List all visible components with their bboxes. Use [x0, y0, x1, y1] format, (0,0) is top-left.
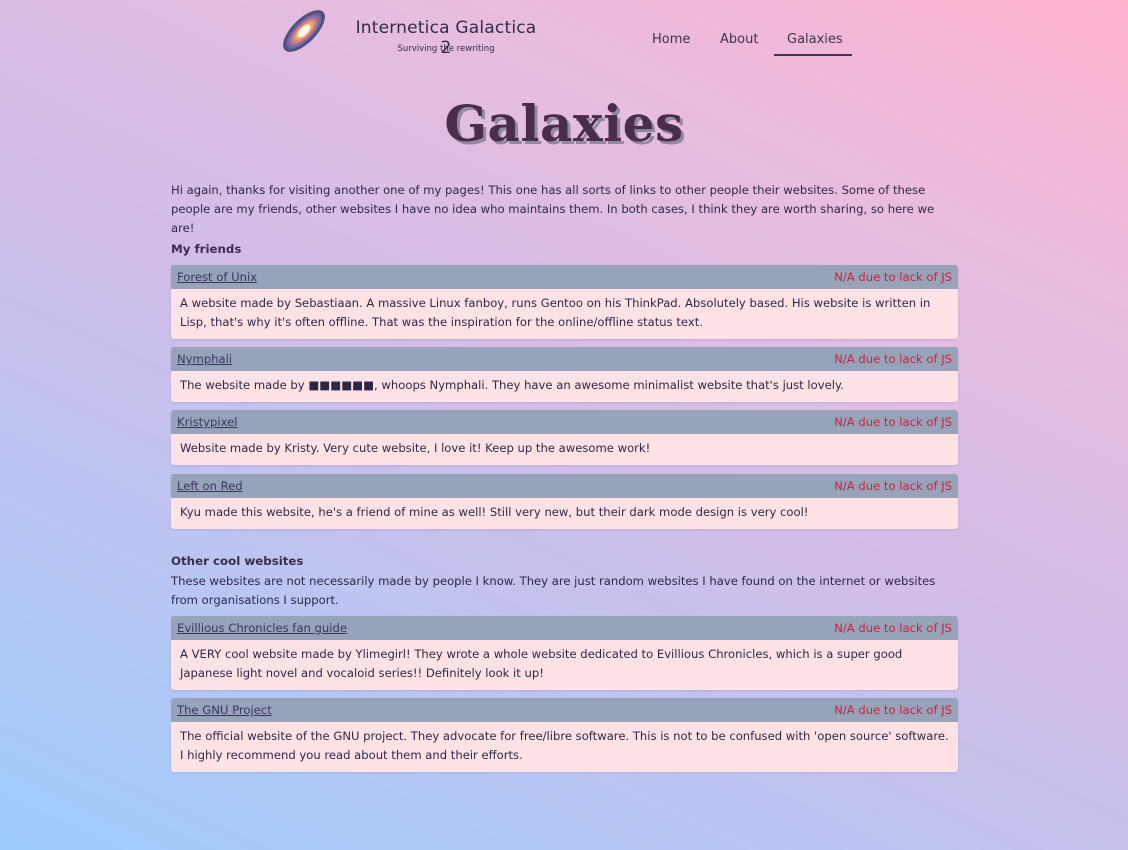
site-card: Left on Red N/A due to lack of JS Kyu ma…: [171, 474, 958, 529]
site-card: Evillious Chronicles fan guide N/A due t…: [171, 616, 958, 690]
card-description: A VERY cool website made by Ylimegirl! T…: [171, 640, 958, 690]
card-header: Evillious Chronicles fan guide N/A due t…: [171, 616, 958, 640]
site-link[interactable]: Evillious Chronicles fan guide: [177, 621, 347, 635]
intro-paragraph: Hi again, thanks for visiting another on…: [171, 183, 935, 235]
nav-galaxies-link[interactable]: Galaxies: [787, 32, 843, 47]
site-card: Forest of Unix N/A due to lack of JS A w…: [171, 265, 958, 339]
status-text: N/A due to lack of JS: [834, 270, 952, 284]
site-link[interactable]: Nymphali: [177, 352, 232, 366]
card-description: Website made by Kristy. Very cute websit…: [171, 434, 958, 465]
site-subtitle: Surviving the rewriting: [397, 44, 495, 54]
site-link[interactable]: Kristypixel: [177, 415, 237, 429]
other-sites-heading: Other cool websites: [171, 554, 304, 568]
card-description: The website made by ■■■■■■, whoops Nymph…: [171, 371, 958, 402]
nav-about-link[interactable]: About: [720, 32, 758, 47]
status-text: N/A due to lack of JS: [834, 479, 952, 493]
nav-home-link[interactable]: Home: [652, 32, 690, 47]
site-link[interactable]: The GNU Project: [177, 703, 272, 717]
status-text: N/A due to lack of JS: [834, 415, 952, 429]
site-card: The GNU Project N/A due to lack of JS Th…: [171, 698, 958, 772]
card-header: Kristypixel N/A due to lack of JS: [171, 410, 958, 434]
other-sites-description: These websites are not necessarily made …: [171, 574, 936, 607]
page-title: Galaxies: [444, 94, 684, 153]
status-text: N/A due to lack of JS: [834, 352, 952, 366]
card-description: A website made by Sebastiaan. A massive …: [171, 289, 958, 339]
site-header: Internetica Galactica 2 Surviving the re…: [0, 0, 1128, 80]
nav-active-indicator: [774, 54, 852, 56]
status-text: N/A due to lack of JS: [834, 703, 952, 717]
card-header: The GNU Project N/A due to lack of JS: [171, 698, 958, 722]
site-card: Nymphali N/A due to lack of JS The websi…: [171, 347, 958, 402]
card-header: Forest of Unix N/A due to lack of JS: [171, 265, 958, 289]
galaxy-icon[interactable]: [276, 4, 332, 58]
status-text: N/A due to lack of JS: [834, 621, 952, 635]
card-description: Kyu made this website, he's a friend of …: [171, 498, 958, 529]
site-link[interactable]: Forest of Unix: [177, 270, 257, 284]
site-link[interactable]: Left on Red: [177, 479, 243, 493]
site-card: Kristypixel N/A due to lack of JS Websit…: [171, 410, 958, 465]
card-description: The official website of the GNU project.…: [171, 722, 958, 772]
card-header: Nymphali N/A due to lack of JS: [171, 347, 958, 371]
card-header: Left on Red N/A due to lack of JS: [171, 474, 958, 498]
friends-heading: My friends: [171, 242, 242, 256]
